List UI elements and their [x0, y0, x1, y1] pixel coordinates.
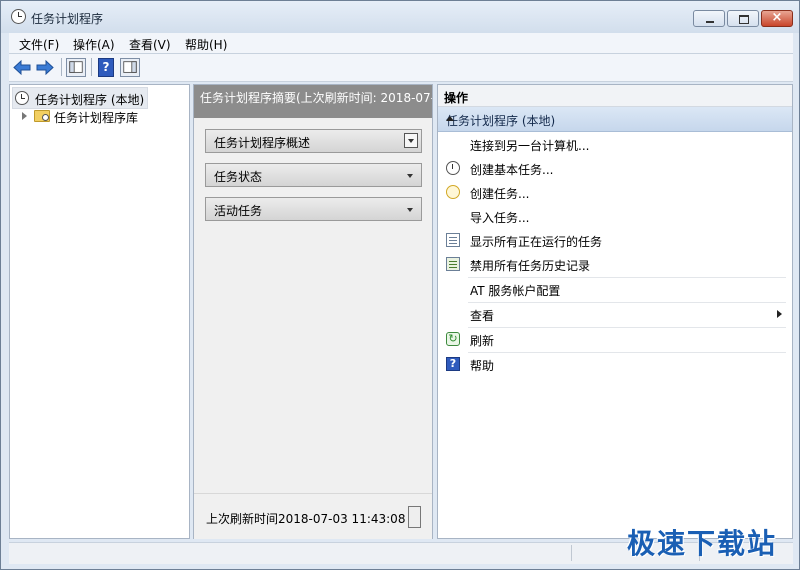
maximize-button[interactable]: [727, 10, 759, 27]
summary-pane: 任务计划程序摘要(上次刷新时间: 2018-07-03 11:43:08) 任务…: [193, 84, 433, 539]
section-task-status[interactable]: 任务状态: [205, 163, 422, 187]
tree-item-task-scheduler-local[interactable]: 任务计划程序 (本地): [12, 87, 149, 109]
chevron-down-icon: [407, 208, 413, 212]
menu-bar: 文件(F) 操作(A) 查看(V) 帮助(H): [9, 33, 793, 54]
last-refresh-time: 上次刷新时间2018-07-03 11:43:08: [206, 512, 406, 526]
menu-action[interactable]: 操作(A): [73, 36, 115, 53]
action-view[interactable]: 查看: [438, 302, 792, 326]
window-title: 任务计划程序: [31, 12, 104, 26]
action-show-running-tasks[interactable]: 显示所有正在运行的任务: [438, 228, 792, 252]
title-bar[interactable]: 任务计划程序 ×: [1, 1, 799, 33]
actions-group-header[interactable]: 任务计划程序 (本地): [438, 107, 792, 132]
task-scheduler-app-icon: [11, 9, 26, 24]
folder-clock-icon: [34, 110, 50, 122]
minimize-button[interactable]: [693, 10, 725, 27]
chevron-down-icon: [407, 174, 413, 178]
action-create-task[interactable]: 创建任务...: [438, 180, 792, 204]
help-icon: ?: [446, 357, 460, 371]
action-create-basic-task[interactable]: 创建基本任务...: [438, 156, 792, 180]
clock-icon: [15, 91, 29, 105]
close-icon: ×: [771, 10, 783, 25]
action-at-service-config[interactable]: AT 服务帐户配置: [438, 277, 792, 301]
back-arrow-icon[interactable]: [12, 58, 32, 77]
watermark-logo: 极速下载站: [627, 527, 778, 560]
refresh-button[interactable]: [408, 506, 421, 528]
show-hide-console-tree-icon[interactable]: [66, 58, 86, 77]
actions-header: 操作: [438, 85, 792, 107]
section-active-tasks[interactable]: 活动任务: [205, 197, 422, 221]
refresh-icon: ↻: [446, 332, 460, 346]
submenu-arrow-icon: [777, 310, 782, 318]
main-window: 任务计划程序 × 文件(F) 操作(A) 查看(V) 帮助(H) ? 任务计划程…: [0, 0, 800, 570]
summary-footer: 上次刷新时间2018-07-03 11:43:08: [194, 493, 432, 539]
status-separator: [571, 545, 572, 561]
toolbar: ?: [9, 54, 793, 82]
menu-view[interactable]: 查看(V): [129, 36, 171, 53]
action-refresh[interactable]: ↻ 刷新: [438, 327, 792, 351]
forward-arrow-icon[interactable]: [35, 58, 55, 77]
history-icon: [446, 257, 460, 271]
section-overview[interactable]: 任务计划程序概述: [205, 129, 422, 153]
tree-item-task-library[interactable]: 任务计划程序库: [54, 109, 138, 126]
actions-pane: 操作 任务计划程序 (本地) 连接到另一台计算机... 创建基本任务... 创建…: [437, 84, 793, 539]
clock-icon: [446, 161, 460, 175]
tree-item-label: 任务计划程序 (本地): [35, 93, 145, 107]
help-icon[interactable]: ?: [98, 58, 114, 77]
collapse-icon: [404, 133, 418, 148]
action-connect-computer[interactable]: 连接到另一台计算机...: [438, 132, 792, 156]
toolbar-separator: [61, 58, 62, 76]
menu-file[interactable]: 文件(F): [19, 36, 59, 53]
menu-help[interactable]: 帮助(H): [185, 36, 227, 53]
action-help[interactable]: ? 帮助: [438, 352, 792, 376]
expand-arrow-icon[interactable]: [22, 112, 27, 120]
action-import-task[interactable]: 导入任务...: [438, 204, 792, 228]
show-hide-action-pane-icon[interactable]: [120, 58, 140, 77]
action-disable-history[interactable]: 禁用所有任务历史记录: [438, 252, 792, 276]
console-tree-pane: 任务计划程序 (本地) 任务计划程序库: [9, 84, 190, 539]
task-icon: [446, 185, 460, 199]
summary-header: 任务计划程序摘要(上次刷新时间: 2018-07-03 11:43:08): [194, 85, 432, 118]
close-button[interactable]: ×: [761, 10, 793, 27]
collapse-up-icon[interactable]: [446, 116, 454, 121]
list-icon: [446, 233, 460, 247]
toolbar-separator: [91, 58, 92, 76]
